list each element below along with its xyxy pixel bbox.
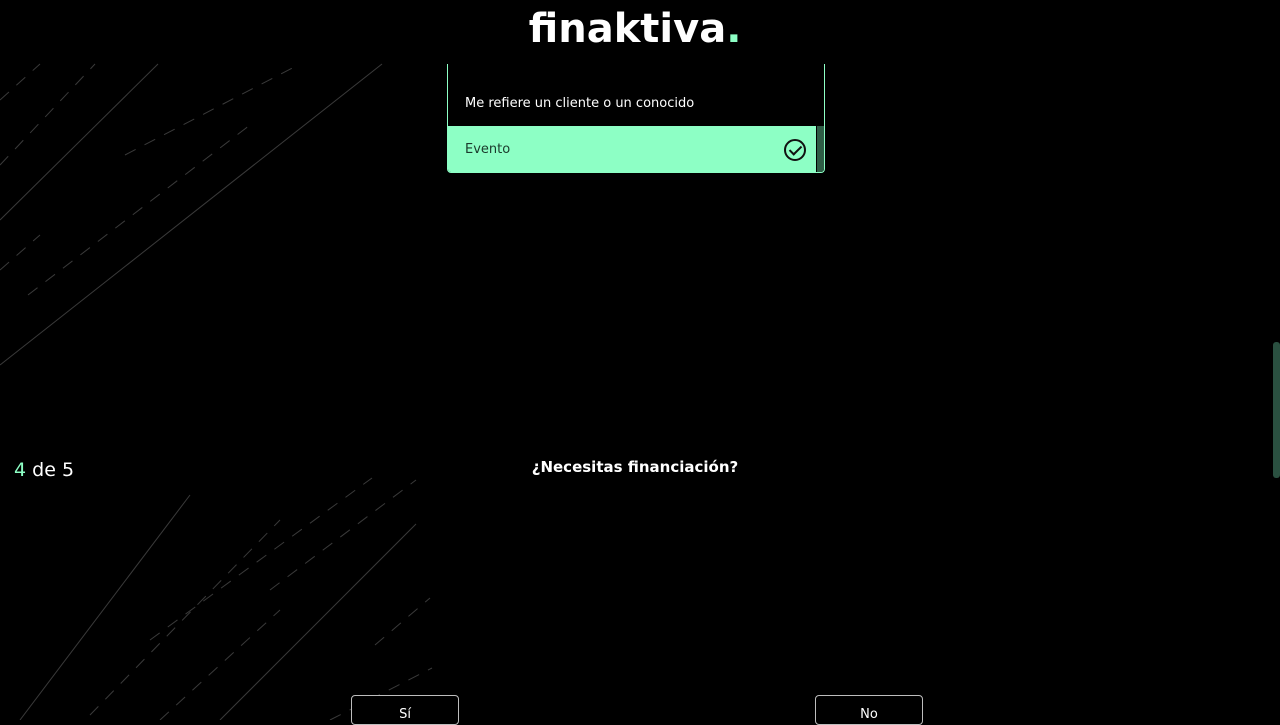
check-circle-icon [784,139,806,161]
yes-button[interactable]: Sí [351,695,459,725]
logo-dot: . [726,6,742,52]
finaktiva-logo: finaktiva. [0,6,1270,52]
page-scrollbar-thumb[interactable] [1273,342,1280,478]
option-label: Evento [465,141,511,157]
option-label: Me refiere un cliente o un conocido [465,95,695,111]
list-scrollbar-thumb[interactable] [817,126,824,172]
no-button[interactable]: No [815,695,923,725]
question-title: ¿Necesitas financiación? [531,458,739,476]
option-referral[interactable]: Me refiere un cliente o un conocido [448,80,816,126]
logo-text: finaktiva [528,6,727,52]
referral-options-list: Me refiere un cliente o un conocido Even… [447,64,825,173]
option-event-selected[interactable]: Evento [448,126,816,172]
